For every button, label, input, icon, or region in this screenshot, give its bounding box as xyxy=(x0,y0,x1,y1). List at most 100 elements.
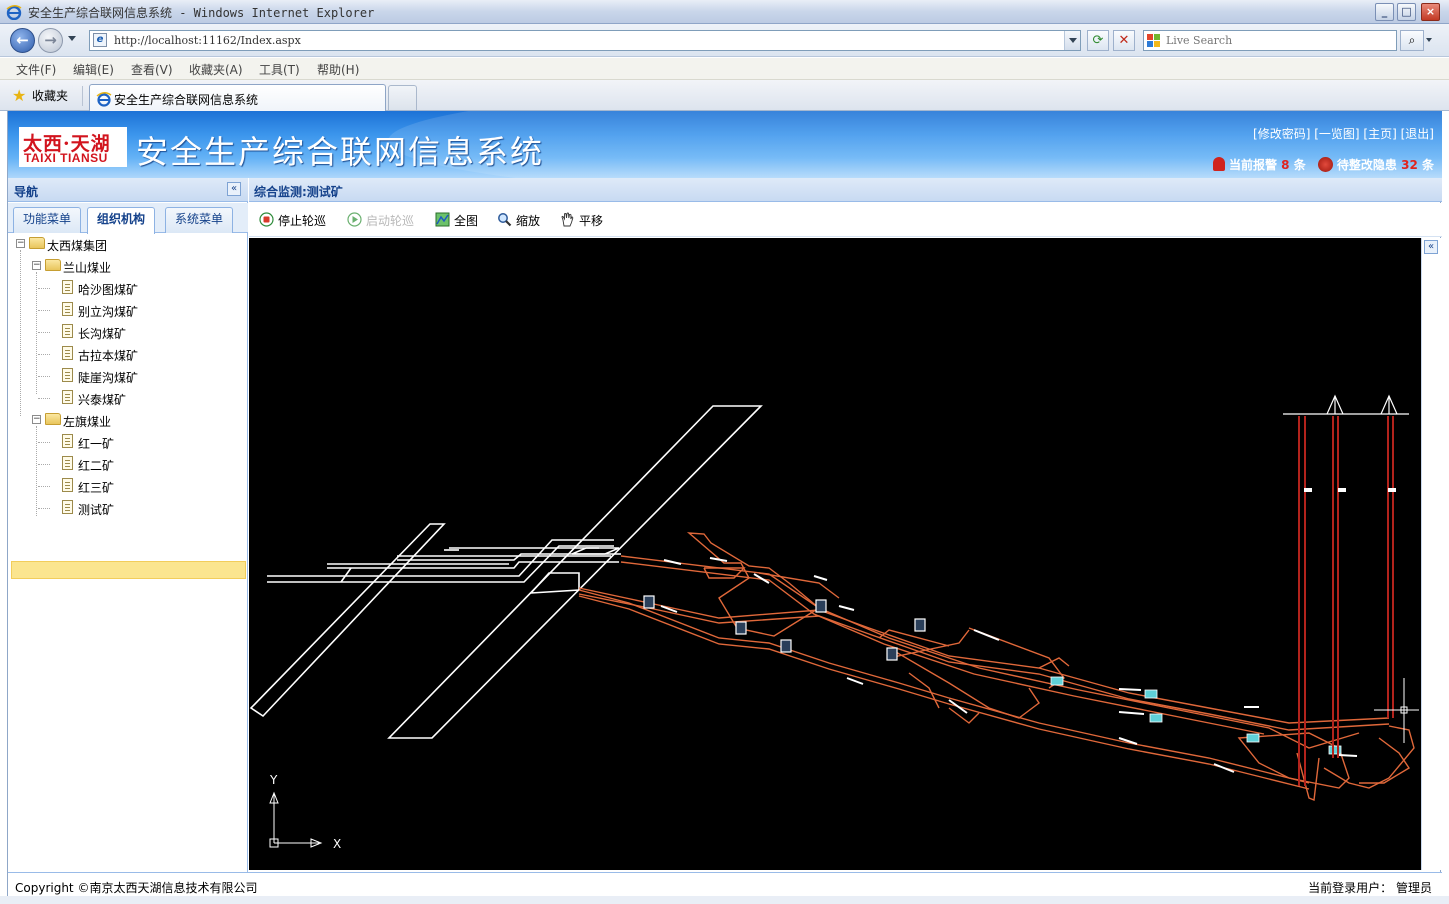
forward-button[interactable]: → xyxy=(38,28,63,53)
tree-node-label: 红一矿 xyxy=(78,437,115,451)
roadway xyxy=(578,587,1390,724)
tree-connector xyxy=(38,354,50,355)
stop-icon: ✕ xyxy=(1118,33,1130,48)
station-marker xyxy=(1149,713,1163,723)
tree-connector xyxy=(38,486,50,487)
hazard-label: 待整改隐患 xyxy=(1336,158,1397,172)
menu-edit[interactable]: 编辑(E) xyxy=(73,61,114,78)
alarm-unit: 条 xyxy=(1293,158,1306,172)
web-page: 太西·天湖 TAIXI TIANSU 安全生产综合联网信息系统 [修改密码] [… xyxy=(7,111,1442,904)
logout-link[interactable]: [退出] xyxy=(1401,127,1434,141)
roadway xyxy=(620,555,1360,749)
zoom-label: 缩放 xyxy=(516,214,541,228)
navigation-header: 导航 « xyxy=(8,178,248,202)
menu-tools[interactable]: 工具(T) xyxy=(259,61,300,78)
alarm-light-icon xyxy=(1212,157,1225,171)
address-url: http://localhost:11162/Index.aspx xyxy=(114,34,301,47)
sensor-marker xyxy=(886,647,898,661)
tab-system-menu[interactable]: 系统菜单 xyxy=(165,207,234,233)
mine-map-canvas[interactable]: Y X xyxy=(249,238,1421,870)
collapse-toggle-icon[interactable]: − xyxy=(32,261,41,270)
station-marker xyxy=(1050,676,1064,686)
alarm-indicator[interactable]: 当前报警 8 条 xyxy=(1212,157,1310,172)
tree-connector xyxy=(38,464,50,465)
collapse-toggle-icon[interactable]: − xyxy=(32,415,41,424)
stop-button[interactable]: ✕ xyxy=(1113,30,1135,51)
overview-map-link[interactable]: [一览图] xyxy=(1314,127,1359,141)
refresh-button[interactable]: ⟳ xyxy=(1087,30,1109,51)
change-password-link[interactable]: [修改密码] xyxy=(1253,127,1310,141)
back-button[interactable]: ← xyxy=(10,28,35,53)
logo-text-en: TAIXI TIANSU xyxy=(24,151,108,165)
search-input[interactable]: Live Search xyxy=(1143,30,1397,51)
full-extent-label: 全图 xyxy=(454,214,479,228)
new-tab-button[interactable] xyxy=(388,85,417,110)
folder-open-icon xyxy=(29,237,45,249)
monitor-header: 综合监测:测试矿 xyxy=(249,178,1442,202)
tree-node-label: 古拉本煤矿 xyxy=(78,349,139,363)
search-options-dropdown-icon[interactable] xyxy=(1426,38,1432,42)
address-dropdown-icon[interactable] xyxy=(1064,31,1080,50)
surface-line xyxy=(1283,394,1409,415)
ucs-axes-icon xyxy=(269,791,323,848)
menu-favorites[interactable]: 收藏夹(A) xyxy=(189,61,243,78)
search-placeholder: Live Search xyxy=(1166,34,1233,47)
sensor-markers xyxy=(643,595,926,661)
tab-separator xyxy=(82,86,83,106)
address-field[interactable]: e http://localhost:11162/Index.aspx xyxy=(89,30,1081,51)
tab-bar: ★ 收藏夹 安全生产综合联网信息系统 xyxy=(0,80,1449,111)
folder-open-icon xyxy=(45,259,61,271)
play-icon xyxy=(347,212,362,227)
window-titlebar: 安全生产综合联网信息系统 - Windows Internet Explorer… xyxy=(0,0,1449,24)
stop-patrol-label: 停止轮巡 xyxy=(278,214,327,228)
hand-icon xyxy=(561,212,574,227)
collapse-toggle-icon[interactable]: − xyxy=(16,239,25,248)
page-icon xyxy=(62,368,73,382)
close-window-button[interactable]: × xyxy=(1421,3,1440,21)
page-icon xyxy=(62,302,73,316)
page-icon xyxy=(62,324,73,338)
navigation-tabs: 功能菜单 组织机构 系统菜单 xyxy=(8,203,248,234)
tree-node-label: 测试矿 xyxy=(78,503,115,517)
pan-label: 平移 xyxy=(579,214,604,228)
tree-node-label: 别立沟煤矿 xyxy=(78,305,139,319)
monitor-panel: 综合监测:测试矿 停止轮巡 启动轮巡 全图 缩放 平移 Y X « xyxy=(249,178,1442,872)
tab-organization[interactable]: 组织机构 xyxy=(87,207,156,234)
sensor-marker xyxy=(815,599,827,613)
map-side-strip: « xyxy=(1421,238,1442,870)
menu-bar: 文件(F) 编辑(E) 查看(V) 收藏夹(A) 工具(T) 帮助(H) xyxy=(0,58,1449,80)
collapse-nav-button[interactable]: « xyxy=(227,182,241,196)
small-drift xyxy=(529,572,580,594)
current-user: 当前登录用户： 管理员 xyxy=(1308,879,1432,896)
roadway xyxy=(578,595,1310,790)
browser-tab-active[interactable]: 安全生产综合联网信息系统 xyxy=(89,84,386,111)
shaft-labels xyxy=(1304,488,1396,492)
station-marker xyxy=(1246,733,1260,743)
home-link[interactable]: [主页] xyxy=(1363,127,1396,141)
collapse-map-button[interactable]: « xyxy=(1424,240,1438,254)
tree-node-label: 兰山煤业 xyxy=(63,261,112,275)
ie-logo-icon xyxy=(6,5,22,20)
search-button[interactable]: ⌕ xyxy=(1400,30,1424,51)
menu-file[interactable]: 文件(F) xyxy=(16,61,56,78)
minimize-button[interactable]: _ xyxy=(1375,3,1394,21)
menu-help[interactable]: 帮助(H) xyxy=(317,61,359,78)
hazard-unit: 条 xyxy=(1421,158,1434,172)
inclined-shaft xyxy=(249,523,446,718)
tree-connector xyxy=(36,272,37,394)
page-icon xyxy=(62,456,73,470)
hazard-indicator[interactable]: 待整改隐患 32 条 xyxy=(1310,157,1434,172)
hazard-count: 32 xyxy=(1401,158,1418,172)
folder-open-icon xyxy=(45,413,61,425)
roadway xyxy=(1038,657,1070,669)
menu-view[interactable]: 查看(V) xyxy=(131,61,173,78)
browser-status-bar xyxy=(0,896,1449,904)
history-dropdown-icon[interactable] xyxy=(68,36,76,41)
tree-connector xyxy=(38,332,50,333)
maximize-button[interactable]: □ xyxy=(1397,3,1416,21)
roadway xyxy=(1296,752,1320,801)
tree-node-label: 长沟煤矿 xyxy=(78,327,127,341)
sensor-marker xyxy=(914,618,926,632)
tree-node-label: 左旗煤业 xyxy=(63,415,112,429)
tab-function-menu[interactable]: 功能菜单 xyxy=(13,207,82,233)
